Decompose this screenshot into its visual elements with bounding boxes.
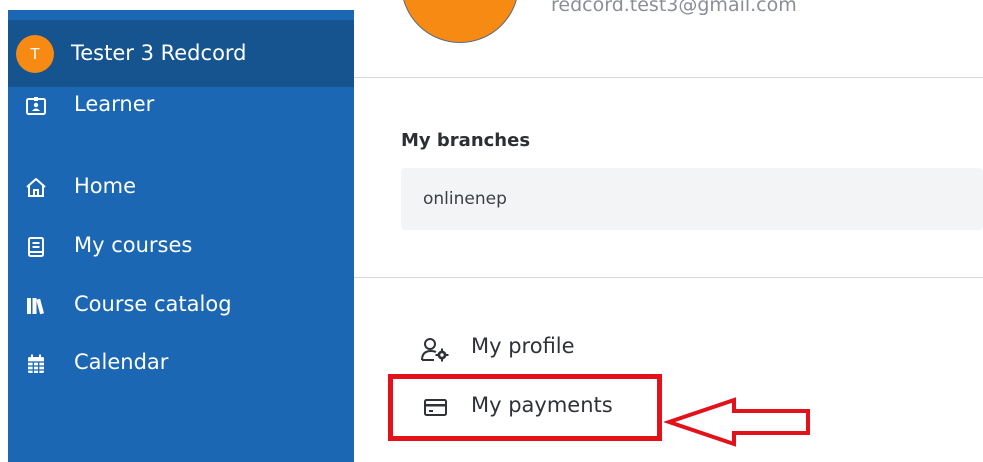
sidebar-item-label: Learner <box>74 92 155 116</box>
sidebar-item-label: My courses <box>74 233 193 257</box>
home-icon <box>26 178 46 197</box>
branches-title: My branches <box>401 130 531 151</box>
id-badge-icon <box>26 97 46 115</box>
sidebar-item-label: Course catalog <box>74 292 232 316</box>
highlight-annotation <box>388 374 662 441</box>
arrow-left-icon <box>664 397 810 447</box>
calendar-icon <box>28 354 44 373</box>
my-profile-label: My profile <box>471 334 575 358</box>
sidebar-item-label: Home <box>74 174 137 198</box>
sidebar-item-label: Calendar <box>74 350 169 374</box>
my-profile-link[interactable]: My profile <box>416 330 716 366</box>
sidebar-item-my-courses[interactable]: My courses <box>8 222 354 272</box>
branch-item[interactable]: onlinenep <box>401 168 983 230</box>
sidebar: T Tester 3 Redcord Learner Home My cours… <box>8 10 354 462</box>
profile-avatar[interactable] <box>401 0 519 43</box>
divider <box>354 77 983 78</box>
library-icon <box>27 298 45 315</box>
user-avatar[interactable]: T <box>16 35 54 73</box>
sidebar-item-learner[interactable]: Learner <box>8 81 354 131</box>
sidebar-item-calendar[interactable]: Calendar <box>8 339 354 389</box>
book-icon <box>28 237 44 257</box>
sidebar-item-course-catalog[interactable]: Course catalog <box>8 281 354 331</box>
user-name[interactable]: Tester 3 Redcord <box>71 41 247 65</box>
sidebar-item-home[interactable]: Home <box>8 163 354 213</box>
user-gear-icon <box>421 338 449 362</box>
profile-email: redcord.test3@gmail.com <box>551 0 797 16</box>
divider <box>354 277 983 278</box>
branch-name: onlinenep <box>423 189 507 209</box>
sidebar-user-header[interactable]: T Tester 3 Redcord <box>8 20 354 87</box>
